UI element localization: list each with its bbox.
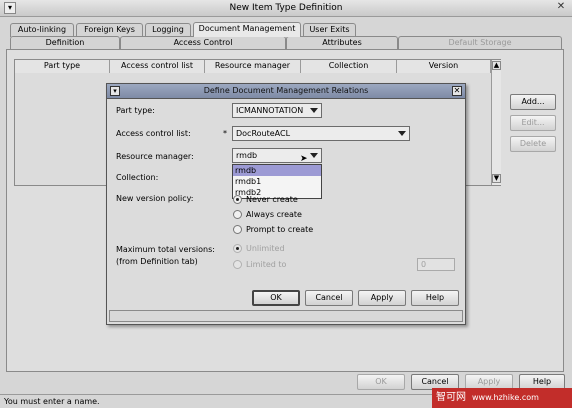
tab-user-exits[interactable]: User Exits — [303, 23, 356, 37]
main-ok-button[interactable]: OK — [357, 374, 405, 390]
column-header[interactable]: Resource manager — [205, 60, 301, 73]
delete-button[interactable]: Delete — [510, 136, 556, 152]
mouse-cursor-icon: ➤ — [300, 154, 308, 164]
scroll-up-icon[interactable]: ▲ — [492, 61, 501, 70]
window-title: New Item Type Definition — [229, 3, 343, 13]
window-title-bar: ▾ New Item Type Definition ✕ — [0, 0, 572, 17]
acl-select[interactable]: DocRouteACL — [232, 126, 410, 141]
prompt-to-create-radio[interactable] — [233, 225, 242, 234]
acl-label: Access control list: — [116, 129, 191, 138]
part-type-label: Part type: — [116, 106, 155, 115]
collection-label: Collection: — [116, 173, 159, 182]
limited-to-radio[interactable] — [233, 260, 242, 269]
column-header[interactable]: Part type — [15, 60, 110, 73]
never-create-radio[interactable] — [233, 195, 242, 204]
dialog-cancel-button[interactable]: Cancel — [305, 290, 353, 306]
tab-document-management[interactable]: Document Management — [193, 22, 301, 37]
dialog-apply-button[interactable]: Apply — [358, 290, 406, 306]
chevron-down-icon — [310, 108, 318, 113]
dialog-help-button[interactable]: Help — [411, 290, 459, 306]
window-close-icon[interactable]: ✕ — [554, 1, 568, 15]
unlimited-label: Unlimited — [246, 244, 285, 253]
dialog-close-icon[interactable]: ✕ — [452, 86, 462, 96]
part-type-value: ICMANNOTATION — [236, 106, 304, 115]
part-type-select[interactable]: ICMANNOTATION — [232, 103, 322, 118]
required-mark: * — [223, 129, 227, 138]
edit-button[interactable]: Edit... — [510, 115, 556, 131]
chevron-down-icon — [398, 131, 406, 136]
column-header[interactable]: Collection — [301, 60, 397, 73]
watermark-url: www.hzhike.com — [472, 393, 539, 402]
max-versions-sublabel: (from Definition tab) — [116, 257, 198, 266]
never-create-label: Never create — [246, 195, 298, 204]
column-header[interactable]: Version — [397, 60, 491, 73]
dialog-ok-button[interactable]: OK — [252, 290, 300, 306]
tab-default-storage[interactable]: Default Storage — [398, 36, 562, 50]
unlimited-radio[interactable] — [233, 244, 242, 253]
dialog-title: Define Document Management Relations — [203, 86, 369, 95]
status-message: You must enter a name. — [4, 397, 100, 406]
tab-foreign-keys[interactable]: Foreign Keys — [76, 23, 143, 37]
chevron-down-icon — [310, 153, 318, 158]
tab-definition[interactable]: Definition — [10, 36, 120, 50]
always-create-label: Always create — [246, 210, 302, 219]
dialog-status-strip — [109, 310, 463, 322]
table-vertical-scrollbar[interactable]: ▲ ▼ — [491, 60, 501, 185]
document-management-relations-dialog: ▾ Define Document Management Relations ✕… — [106, 83, 466, 325]
column-header[interactable]: Access control list — [110, 60, 205, 73]
tab-attributes[interactable]: Attributes — [286, 36, 398, 50]
resource-manager-label: Resource manager: — [116, 152, 194, 161]
dialog-title-bar: ▾ Define Document Management Relations ✕ — [107, 84, 465, 99]
tab-logging[interactable]: Logging — [145, 23, 191, 37]
resource-manager-option[interactable]: rmdb — [233, 165, 321, 176]
max-versions-label: Maximum total versions: — [116, 245, 215, 254]
limited-to-input[interactable]: 0 — [417, 258, 455, 271]
add-button[interactable]: Add... — [510, 94, 556, 110]
watermark-text: 智可网 — [436, 392, 466, 403]
resource-manager-select[interactable]: rmdb — [232, 148, 322, 163]
resource-manager-dropdown[interactable]: rmdb rmdb1 rmdb2 — [232, 164, 322, 199]
tab-auto-linking[interactable]: Auto-linking — [10, 23, 74, 37]
acl-value: DocRouteACL — [236, 129, 291, 138]
limited-to-label: Limited to — [246, 260, 287, 269]
scroll-down-icon[interactable]: ▼ — [492, 174, 501, 183]
always-create-radio[interactable] — [233, 210, 242, 219]
prompt-to-create-label: Prompt to create — [246, 225, 314, 234]
site-watermark: 智可网 www.hzhike.com — [432, 388, 572, 408]
resource-manager-value: rmdb — [236, 151, 258, 160]
tab-access-control[interactable]: Access Control — [120, 36, 286, 50]
version-policy-label: New version policy: — [116, 194, 194, 203]
resource-manager-option[interactable]: rmdb1 — [233, 176, 321, 187]
